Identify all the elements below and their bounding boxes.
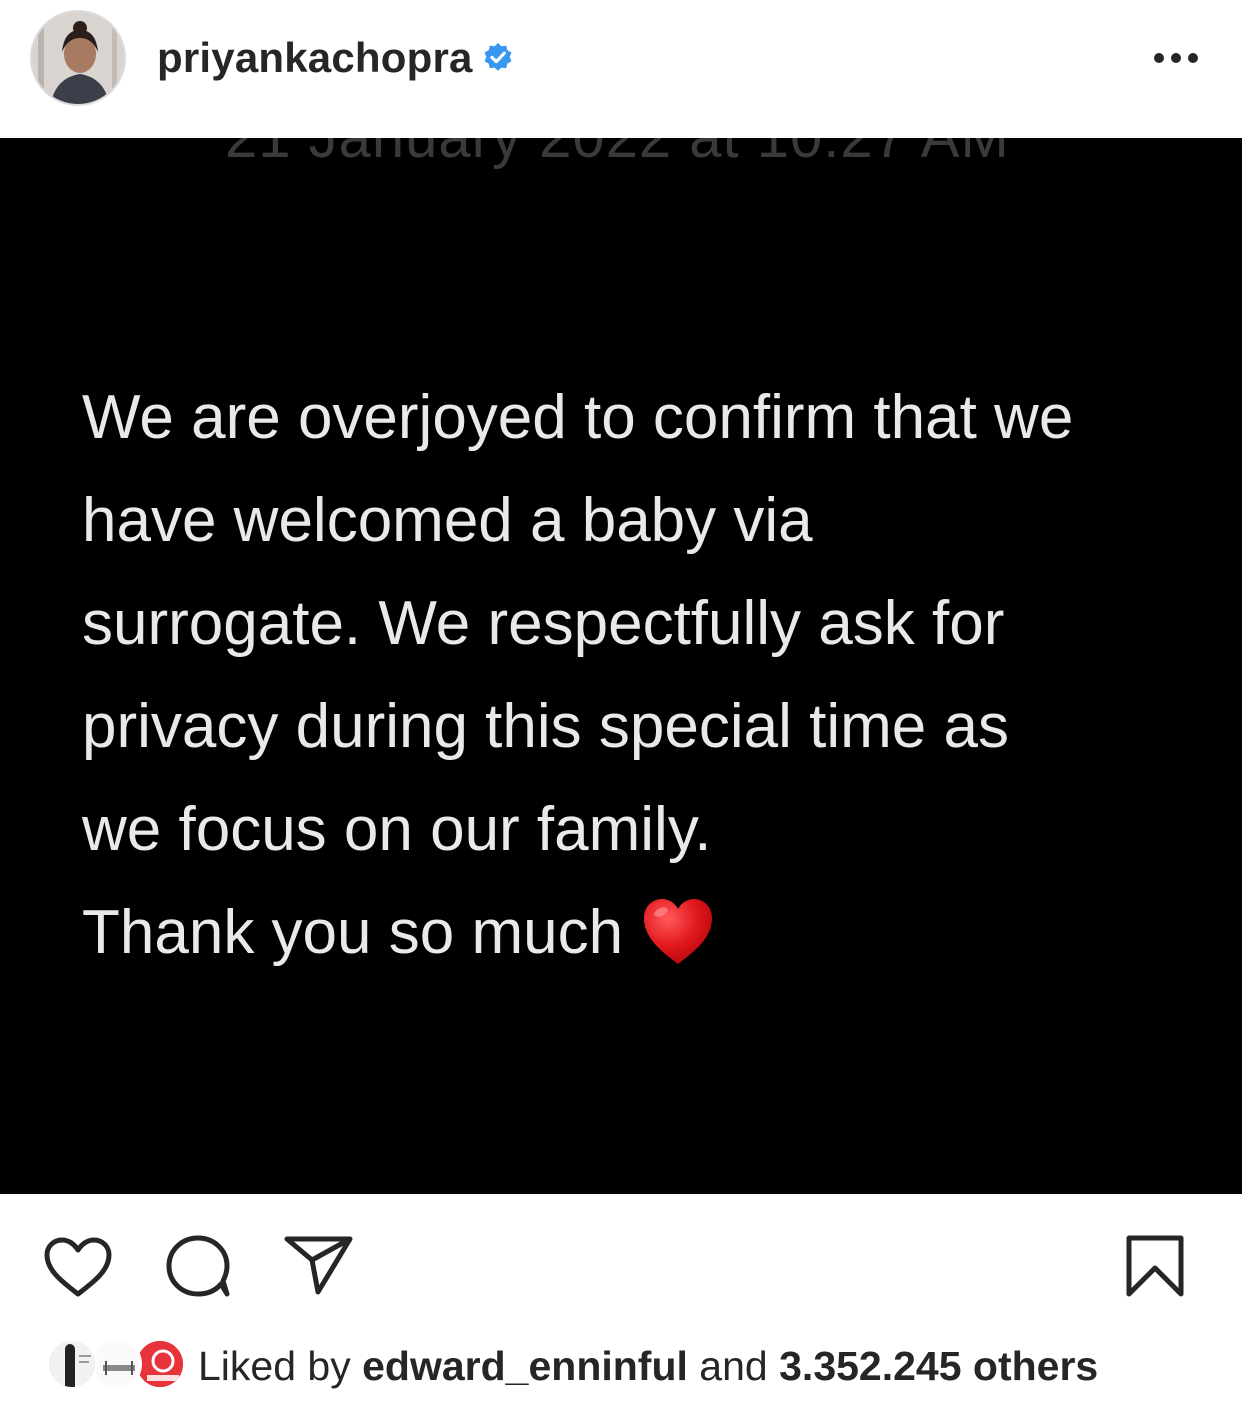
post-line: surrogate. We respectfully ask for xyxy=(82,589,1005,658)
bookmark-icon[interactable] xyxy=(1124,1234,1186,1298)
post-line: We are overjoyed to confirm that we xyxy=(82,383,1074,452)
post-header: priyankachopra xyxy=(0,0,1242,138)
post-line-last: Thank you so much xyxy=(82,881,1182,984)
post-line: we focus on our family. xyxy=(82,795,712,864)
heart-icon[interactable] xyxy=(43,1236,113,1298)
post-faded-caption: 21 January 2022 at 10:27 AM xyxy=(225,138,1010,171)
likes-middle: and xyxy=(699,1343,768,1389)
share-icon[interactable] xyxy=(284,1234,354,1298)
post-message: We are overjoyed to confirm that we have … xyxy=(82,366,1182,984)
post-line: have welcomed a baby via xyxy=(82,486,813,555)
likes-summary: Liked by edward_enninful and 3.352.245 o… xyxy=(198,1343,1098,1390)
username[interactable]: priyankachopra xyxy=(157,34,473,82)
likes-row: Liked by edward_enninful and 3.352.245 o… xyxy=(0,1330,1242,1400)
liker-username[interactable]: edward_enninful xyxy=(362,1343,688,1389)
red-heart-icon xyxy=(644,898,713,964)
post-line: privacy during this special time as xyxy=(82,692,1009,761)
comment-icon[interactable] xyxy=(164,1234,232,1298)
profile-avatar[interactable] xyxy=(30,10,126,106)
action-bar xyxy=(0,1194,1242,1324)
liker-avatar[interactable] xyxy=(46,1338,98,1390)
post-image[interactable]: 21 January 2022 at 10:27 AM We are overj… xyxy=(0,138,1242,1194)
likes-prefix: Liked by xyxy=(198,1343,351,1389)
likes-count[interactable]: 3.352.245 others xyxy=(779,1343,1098,1389)
more-options-icon[interactable] xyxy=(1150,44,1202,72)
post-line: Thank you so much xyxy=(82,898,624,967)
verified-badge-icon xyxy=(484,43,512,71)
